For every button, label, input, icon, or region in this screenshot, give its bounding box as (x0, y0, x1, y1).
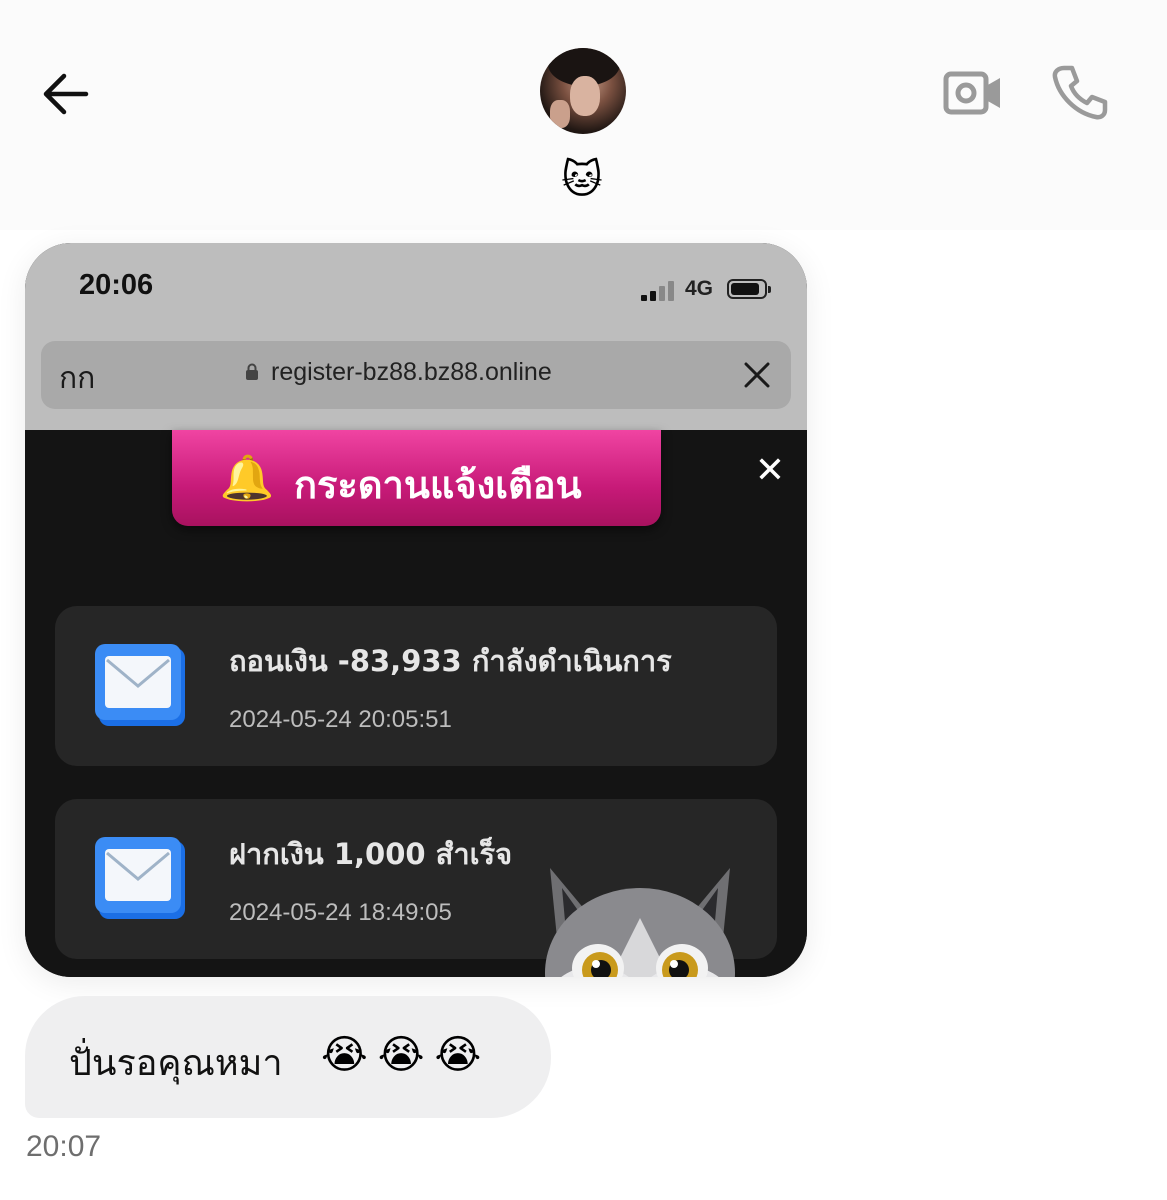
notification-panel: 🔔 กระดานแจ้งเตือน ✕ ถอนเงิน -83,933 กำลั… (25, 430, 807, 977)
banner-title: กระดานแจ้งเตือน (294, 463, 582, 507)
phone-icon (1052, 65, 1108, 120)
shared-screenshot-image[interactable]: 20:06 4G กก register-bz88.bz88.online 🔔 … (25, 243, 807, 977)
battery-icon (727, 279, 771, 299)
network-label: 4G (685, 277, 714, 300)
notification-time: 2024-05-24 18:49:05 (229, 899, 452, 926)
notice-board-banner: 🔔 กระดานแจ้งเตือน (172, 430, 661, 526)
crying-face-icon: 😭😭😭 (321, 1032, 492, 1078)
message-timestamp: 20:07 (26, 1130, 102, 1163)
arrow-left-icon (43, 73, 89, 115)
phone-clock: 20:06 (79, 269, 154, 301)
message-text: ปั่นรอคุณหมา (69, 1043, 283, 1084)
video-camera-icon (943, 71, 1000, 115)
message-bubble[interactable]: ปั่นรอคุณหมา 😭😭😭 (25, 996, 551, 1118)
browser-chrome: 20:06 4G กก register-bz88.bz88.online (25, 243, 807, 430)
signal-icon (641, 281, 677, 301)
address-bar: กก register-bz88.bz88.online (41, 341, 791, 409)
text-size-button: กก (59, 362, 96, 395)
wolf-sticker (545, 868, 735, 977)
panel-close-icon: ✕ (754, 450, 786, 491)
video-call-button[interactable] (940, 66, 1004, 122)
notification-time: 2024-05-24 20:05:51 (229, 706, 452, 733)
contact-avatar[interactable] (540, 48, 626, 134)
bell-icon: 🔔 (219, 453, 275, 504)
lock-icon (246, 363, 258, 380)
notification-title: ฝากเงิน 1,000 สำเร็จ (229, 837, 513, 871)
notification-title: ถอนเงิน -83,933 กำลังดำเนินการ (229, 644, 672, 678)
envelope-icon (95, 644, 185, 726)
page-url: register-bz88.bz88.online (271, 358, 552, 386)
chat-header: 🐱 (0, 0, 1167, 230)
cat-status-emoji: 🐱 (561, 157, 603, 203)
voice-call-button[interactable] (1050, 62, 1110, 122)
notification-card: ถอนเงิน -83,933 กำลังดำเนินการ 2024-05-2… (55, 606, 777, 766)
close-icon (744, 362, 770, 388)
envelope-icon (95, 837, 185, 919)
back-button[interactable] (38, 66, 98, 122)
